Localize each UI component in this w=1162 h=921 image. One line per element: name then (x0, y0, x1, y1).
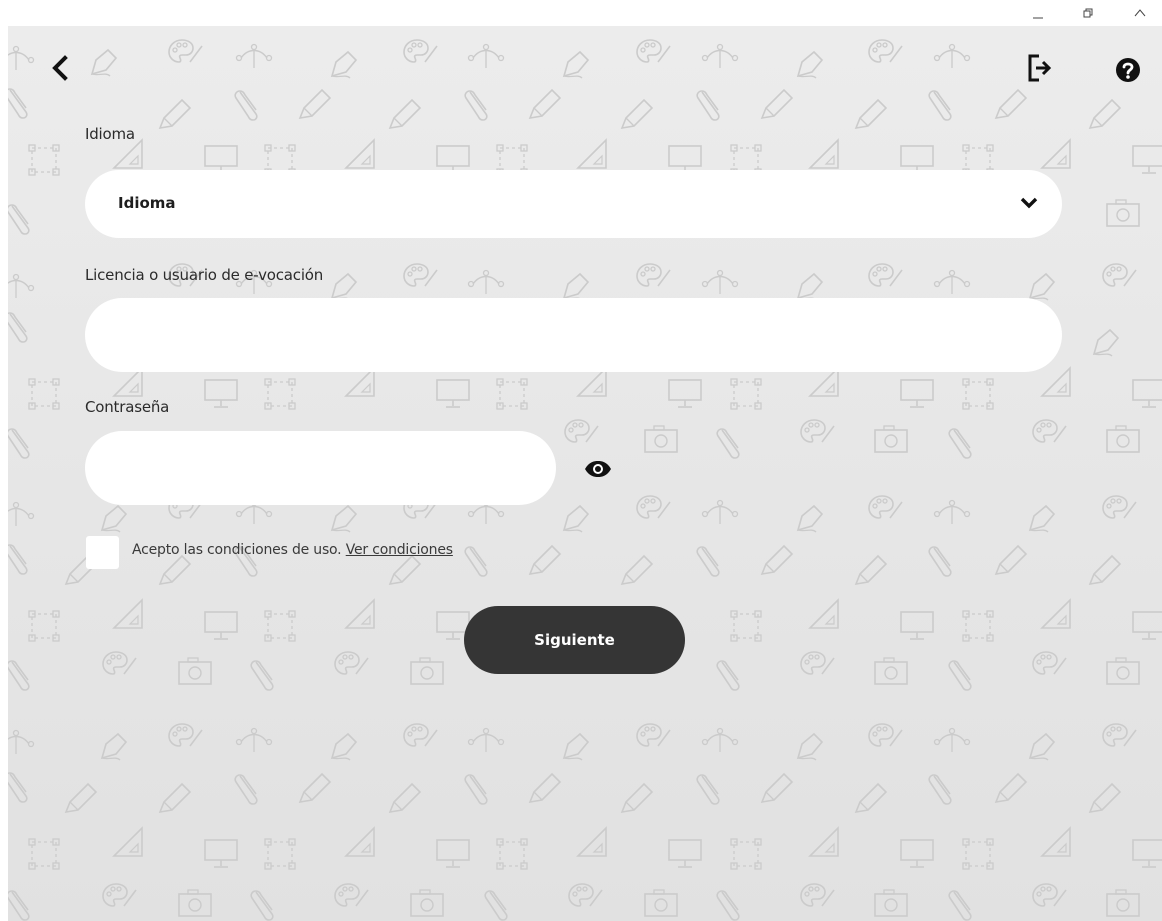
chevron-left-icon (52, 55, 68, 81)
restore-icon (1083, 8, 1093, 18)
chevron-up-icon (1134, 9, 1146, 17)
next-button[interactable]: Siguiente (464, 606, 685, 674)
terms-checkbox[interactable] (86, 536, 119, 569)
terms-label: Acepto las condiciones de uso. (132, 542, 342, 558)
window-titlebar (0, 0, 1162, 26)
show-password-button[interactable] (580, 454, 616, 484)
chevron-down-icon (1020, 197, 1038, 209)
password-input[interactable] (85, 431, 556, 505)
terms-text-row: Acepto las condiciones de uso. Ver condi… (132, 542, 453, 558)
eye-icon (585, 461, 611, 477)
help-icon (1116, 58, 1140, 82)
minimize-button[interactable] (1018, 0, 1058, 26)
collapse-button[interactable] (1120, 0, 1160, 26)
terms-link[interactable]: Ver condiciones (346, 542, 453, 558)
back-button[interactable] (44, 50, 76, 86)
password-label: Contraseña (85, 398, 170, 416)
help-button[interactable] (1110, 52, 1146, 88)
logout-icon (1028, 54, 1052, 82)
app-window: Idioma Idioma Licencia o usuario de e-vo… (8, 26, 1162, 921)
language-label: Idioma (85, 125, 135, 143)
license-input[interactable] (85, 298, 1062, 372)
license-label: Licencia o usuario de e-vocación (85, 266, 324, 284)
logout-button[interactable] (1022, 50, 1058, 86)
minimize-icon (1033, 17, 1043, 19)
language-select-value: Idioma (118, 194, 176, 212)
restore-button[interactable] (1068, 0, 1108, 26)
language-select[interactable]: Idioma (85, 170, 1062, 238)
